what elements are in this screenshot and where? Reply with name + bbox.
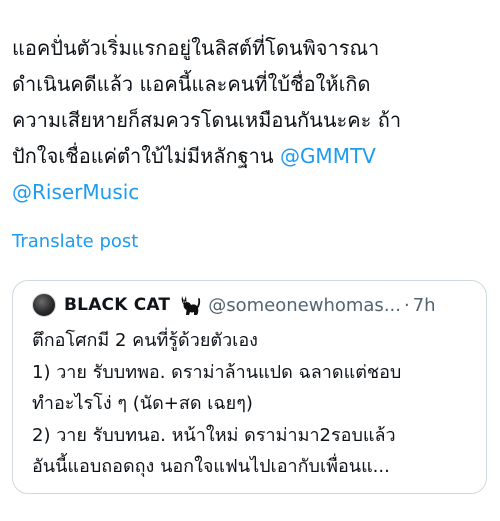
post-line-4: ปักใจเชื่อแค่ตำใบ้ไม่มีหลักฐาน xyxy=(12,144,280,168)
quoted-timestamp[interactable]: 7h xyxy=(413,295,436,316)
meta-separator: · xyxy=(403,294,410,316)
quoted-line-3: ทำอะไรโง่ ๆ (นัด+สด เฉยๆ) xyxy=(32,393,253,414)
post-body-text: แอคปั่นตัวเริ่มแรกอยู่ในลิสต์ที่โดนพิจาร… xyxy=(12,30,492,210)
quoted-line-1: ตึกอโศกมี 2 คนที่รู้ด้วยตัวเอง xyxy=(32,330,258,351)
quoted-display-name: BLACK CAT xyxy=(64,295,171,315)
tweet-view: { "post": { "text_lines": [ "แอคปั่นตัวเ… xyxy=(0,0,500,521)
quoted-handle: @someonewhomas... xyxy=(208,294,401,316)
quoted-line-5: อันนี้แอบถอดถุง นอกใจแฟนไปเอากับเพื่อนแ.… xyxy=(32,456,390,477)
post-line-3: ความเสียหายก็สมควรโดนเหมือนกันนะคะ ถ้า xyxy=(12,108,402,132)
quoted-post-text: ตึกอโศกมี 2 คนที่รู้ด้วยตัวเอง 1) วาย รั… xyxy=(32,325,477,483)
mention-risermusic-link[interactable]: @RiserMusic xyxy=(12,180,139,204)
mention-gmmtv-link[interactable]: @GMMTV xyxy=(280,144,376,168)
quoted-line-4: 2) วาย รับบทนอ. หน้าใหม่ ดราม่ามา2รอบแล้… xyxy=(32,424,396,446)
post-line-1: แอคปั่นตัวเริ่มแรกอยู่ในลิสต์ที่โดนพิจาร… xyxy=(12,36,380,60)
avatar[interactable] xyxy=(32,293,56,317)
quoted-post-card[interactable]: BLACK CAT @someonewhomas... · 7h ตึกอโศก… xyxy=(12,280,487,494)
quoted-line-2: 1) วาย รับบทพอ. ดราม่าล้านแปด ฉลาดแต่ชอบ xyxy=(32,361,402,383)
translate-post-link[interactable]: Translate post xyxy=(12,231,138,252)
post-line-2: ดำเนินคดีแล้ว แอคนี้และคนที่ใบ้ชื่อให้เก… xyxy=(12,72,371,96)
quoted-post-header: BLACK CAT @someonewhomas... · 7h xyxy=(32,291,436,319)
black-cat-icon xyxy=(181,296,201,315)
